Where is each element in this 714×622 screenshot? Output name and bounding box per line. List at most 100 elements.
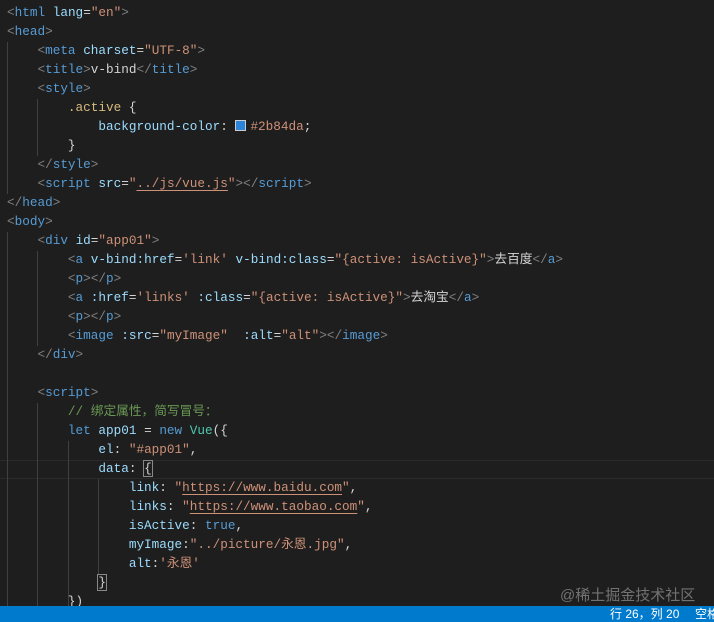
code-token: < <box>67 309 76 324</box>
code-line[interactable]: .active { <box>7 98 137 117</box>
code-line[interactable]: <html lang="en"> <box>7 3 129 22</box>
code-token: = <box>326 252 335 267</box>
code-line[interactable]: let app01 = new Vue({ <box>7 421 228 440</box>
code-token: https://www.taobao.com <box>189 499 358 514</box>
code-token: > <box>52 195 61 210</box>
code-token: < <box>67 271 76 286</box>
code-token: > <box>151 233 160 248</box>
code-line[interactable]: }) <box>7 592 83 606</box>
code-token: p <box>106 309 114 324</box>
code-token: = <box>121 176 129 191</box>
code-editor[interactable]: <html lang="en"> <head> <meta charset="UT… <box>0 0 714 606</box>
color-swatch-icon[interactable] <box>235 120 247 131</box>
code-line[interactable]: <script> <box>7 383 98 402</box>
code-token: < <box>7 24 15 39</box>
code-token: 'links' <box>136 290 190 305</box>
code-token: id <box>75 233 91 248</box>
code-line[interactable]: data: { <box>7 459 153 478</box>
code-token: " <box>174 480 183 495</box>
code-token: > <box>471 290 480 305</box>
code-line[interactable]: </div> <box>7 345 83 364</box>
code-token: https://www.baidu.com <box>182 480 343 495</box>
code-line[interactable]: } <box>7 136 76 155</box>
code-token: div <box>52 347 76 362</box>
code-token: el <box>98 442 114 457</box>
code-token: script <box>45 176 91 191</box>
code-line[interactable]: <meta charset="UTF-8"> <box>7 41 205 60</box>
code-token: > <box>555 252 563 267</box>
code-token: < <box>7 5 15 20</box>
code-token: "{active: isActive}" <box>250 290 404 305</box>
code-line[interactable]: </head> <box>7 193 60 212</box>
code-line[interactable]: <script src="../js/vue.js"></script> <box>7 174 311 193</box>
code-token: , <box>235 518 244 533</box>
code-token: 'link' <box>182 252 228 267</box>
code-token: "UTF-8" <box>144 43 198 58</box>
code-line[interactable]: alt:'永恩' <box>7 554 200 573</box>
code-line[interactable]: </style> <box>7 155 98 174</box>
code-line[interactable]: <a v-bind:href='link' v-bind:class="{act… <box>7 250 563 269</box>
code-line[interactable]: link: "https://www.baidu.com", <box>7 478 357 497</box>
code-token: :src <box>121 328 152 343</box>
code-token: : <box>189 518 205 533</box>
code-token: > <box>113 309 122 324</box>
code-token: title <box>151 62 190 77</box>
code-token: : <box>182 537 190 552</box>
code-token: isActive <box>128 518 190 533</box>
code-token: ></ <box>83 309 107 324</box>
code-token: = <box>243 290 251 305</box>
code-line[interactable]: el: "#app01", <box>7 440 197 459</box>
code-line[interactable]: <image :src="myImage" :alt="alt"></image… <box>7 326 388 345</box>
code-line[interactable]: <p></p> <box>7 269 121 288</box>
code-line[interactable]: myImage:"../picture/永恩.jpg", <box>7 535 352 554</box>
cursor-position[interactable]: 行 26，列 20 <box>610 606 679 622</box>
code-token: head <box>14 24 46 39</box>
code-line[interactable]: <p></p> <box>7 307 121 326</box>
code-line[interactable]: <a :href='links' :class="{active: isActi… <box>7 288 479 307</box>
code-token: #2b84da <box>250 119 304 134</box>
code-line[interactable]: <head> <box>7 22 53 41</box>
code-line[interactable]: <title>v-bind</title> <box>7 60 197 79</box>
code-line[interactable]: isActive: true, <box>7 516 243 535</box>
code-token: "myImage" <box>159 328 228 343</box>
code-token: , <box>344 537 353 552</box>
code-line[interactable]: <body> <box>7 212 53 231</box>
code-token: v-bind:href <box>90 252 175 267</box>
code-token: : <box>220 119 236 134</box>
code-line[interactable]: background-color: #2b84da; <box>7 117 311 136</box>
code-token: "alt" <box>281 328 320 343</box>
code-token: "../picture/永恩.jpg" <box>189 537 345 552</box>
code-token: </ <box>136 62 152 77</box>
code-token: , <box>349 480 358 495</box>
code-token: head <box>22 195 53 210</box>
code-token: myImage <box>128 537 183 552</box>
code-token: ></ <box>319 328 343 343</box>
code-token: links <box>128 499 167 514</box>
code-line[interactable]: // 绑定属性，简写冒号： <box>7 402 218 421</box>
code-token: "app01" <box>98 233 152 248</box>
code-token: " <box>357 499 365 514</box>
code-token: < <box>37 81 46 96</box>
code-line[interactable]: links: "https://www.taobao.com", <box>7 497 373 516</box>
code-token: image <box>75 328 114 343</box>
code-line[interactable]: <div id="app01"> <box>7 231 159 250</box>
code-line[interactable]: <style> <box>7 79 90 98</box>
code-line[interactable]: } <box>7 573 107 592</box>
code-token: true <box>204 518 236 533</box>
code-token: > <box>380 328 388 343</box>
indentation-setting[interactable]: 空格 <box>695 606 714 622</box>
